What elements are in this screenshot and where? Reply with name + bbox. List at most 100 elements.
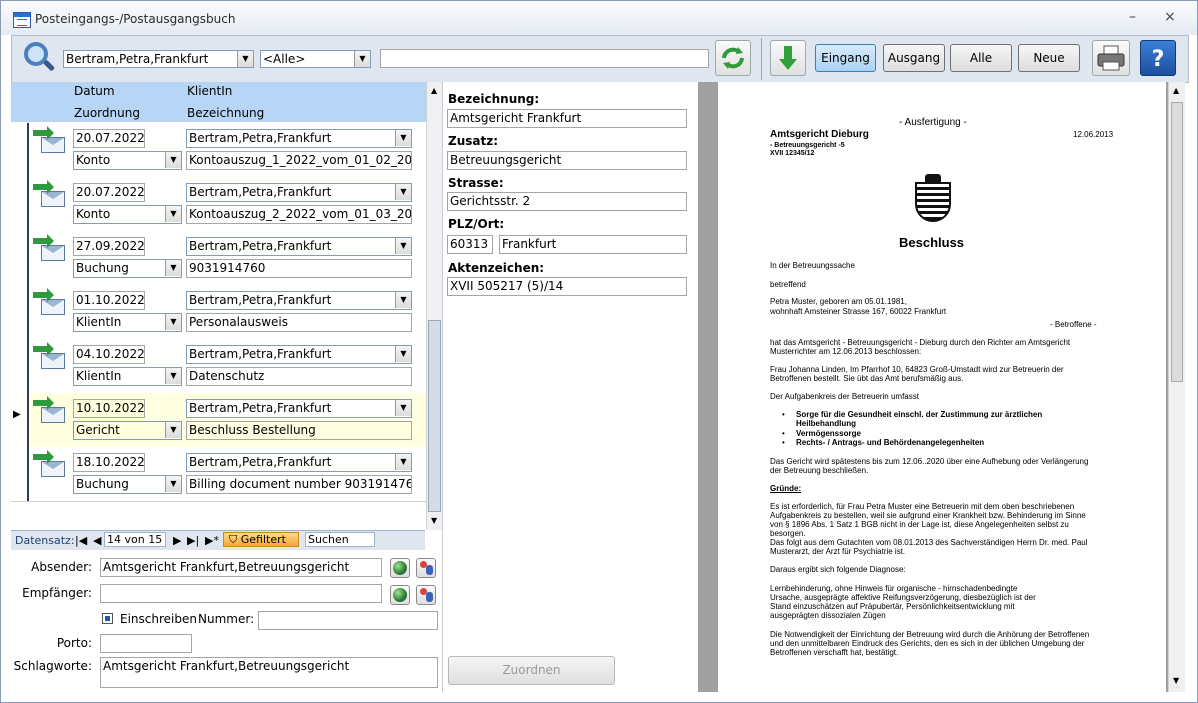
filter-toggle[interactable]: ⛉ Gefiltert — [223, 532, 299, 547]
row-client-combo[interactable]: Bertram,Petra,Frankfurt ▼ — [186, 453, 412, 472]
chevron-down-icon[interactable]: ▼ — [395, 184, 411, 200]
incoming-mail-icon[interactable] — [33, 180, 65, 209]
row-selector[interactable] — [11, 339, 29, 393]
chevron-down-icon[interactable]: ▼ — [354, 51, 370, 67]
scroll-thumb[interactable] — [1171, 102, 1183, 382]
chevron-down-icon[interactable]: ▼ — [165, 260, 181, 276]
empfaenger-field[interactable] — [100, 584, 382, 603]
row-type-combo[interactable]: Konto ▼ — [73, 205, 182, 224]
eingang-button[interactable]: Eingang — [815, 44, 876, 72]
bezeichnung-field[interactable]: Amtsgericht Frankfurt — [447, 109, 687, 128]
row-selector[interactable] — [11, 123, 29, 177]
row-type-combo[interactable]: KlientIn ▼ — [73, 367, 182, 386]
prev-record-icon[interactable]: ◀ — [93, 534, 101, 547]
row-date[interactable]: 18.10.2022 — [73, 453, 145, 472]
incoming-mail-icon[interactable] — [33, 234, 65, 263]
chevron-down-icon[interactable]: ▼ — [237, 51, 253, 67]
incoming-mail-icon[interactable] — [33, 396, 65, 425]
scroll-thumb[interactable] — [428, 320, 441, 512]
ort-field[interactable]: Frankfurt — [499, 235, 687, 254]
row-description[interactable]: Kontoauszug_2_2022_vom_01_03_2022 — [186, 205, 412, 224]
row-date[interactable]: 10.10.2022 — [73, 399, 145, 418]
globe-icon[interactable] — [390, 558, 410, 578]
first-record-icon[interactable]: |◀ — [75, 534, 87, 547]
row-selector[interactable] — [11, 285, 29, 339]
row-description[interactable]: Beschluss Bestellung — [186, 421, 412, 440]
table-row[interactable]: ▶ 10.10.2022 Bertram,Petra,Frankfurt ▼ Geric… — [11, 393, 426, 448]
einschreiben-checkbox[interactable] — [102, 613, 113, 624]
table-row[interactable]: 18.10.2022 Bertram,Petra,Frankfurt ▼ Buchun… — [11, 447, 426, 502]
scroll-up-icon[interactable]: ▲ — [1173, 86, 1179, 95]
chevron-down-icon[interactable]: ▼ — [395, 454, 411, 470]
next-record-icon[interactable]: ▶ — [173, 534, 181, 547]
row-date[interactable]: 01.10.2022 — [73, 291, 145, 310]
row-type-combo[interactable]: Gericht ▼ — [73, 421, 182, 440]
print-button[interactable] — [1092, 40, 1130, 76]
filter-combo[interactable]: <Alle> ▼ — [260, 50, 371, 68]
close-button[interactable]: × — [1164, 9, 1176, 25]
last-record-icon[interactable]: ▶| — [187, 534, 199, 547]
table-row[interactable]: 04.10.2022 Bertram,Petra,Frankfurt ▼ Klient… — [11, 339, 426, 394]
chevron-down-icon[interactable]: ▼ — [165, 422, 181, 438]
refresh-button[interactable] — [715, 40, 751, 76]
row-client-combo[interactable]: Bertram,Petra,Frankfurt ▼ — [186, 291, 412, 310]
row-date[interactable]: 27.09.2022 — [73, 237, 145, 256]
table-row[interactable]: 20.07.2022 Bertram,Petra,Frankfurt ▼ Konto ▼… — [11, 177, 426, 232]
alle-button[interactable]: Alle — [950, 44, 1012, 72]
zuordnen-button[interactable]: Zuordnen — [448, 656, 615, 685]
row-type-combo[interactable]: Buchung ▼ — [73, 259, 182, 278]
chevron-down-icon[interactable]: ▼ — [165, 476, 181, 492]
row-selector[interactable]: ▶ — [11, 393, 29, 447]
client-combo[interactable]: Bertram,Petra,Frankfurt ▼ — [63, 50, 254, 68]
aktenzeichen-field[interactable]: XVII 505217 (5)/14 — [447, 277, 687, 296]
row-description[interactable]: Datenschutz — [186, 367, 412, 386]
row-description[interactable]: Personalausweis — [186, 313, 412, 332]
row-selector[interactable] — [11, 231, 29, 285]
row-client-combo[interactable]: Bertram,Petra,Frankfurt ▼ — [186, 183, 412, 202]
row-description[interactable]: Billing document number 9031914760 (2 — [186, 475, 412, 494]
absender-field[interactable]: Amtsgericht Frankfurt,Betreuungsgericht — [100, 558, 382, 577]
row-type-combo[interactable]: Buchung ▼ — [73, 475, 182, 494]
incoming-mail-icon[interactable] — [33, 450, 65, 479]
row-description[interactable]: 9031914760 — [186, 259, 412, 278]
chevron-down-icon[interactable]: ▼ — [395, 130, 411, 146]
scroll-down-icon[interactable]: ▼ — [431, 516, 437, 525]
strasse-field[interactable]: Gerichtsstr. 2 — [447, 192, 687, 211]
incoming-mail-icon[interactable] — [33, 342, 65, 371]
row-date[interactable]: 20.07.2022 — [73, 129, 145, 148]
row-type-combo[interactable]: KlientIn ▼ — [73, 313, 182, 332]
porto-field[interactable] — [100, 634, 192, 653]
document-scrollbar[interactable]: ▲ ▼ — [1168, 82, 1185, 692]
neue-button[interactable]: Neue — [1018, 44, 1080, 72]
contacts-icon[interactable] — [416, 585, 436, 605]
help-button[interactable]: ? — [1140, 40, 1176, 76]
search-icon[interactable] — [24, 42, 50, 68]
row-client-combo[interactable]: Bertram,Petra,Frankfurt ▼ — [186, 237, 412, 256]
new-record-icon[interactable]: ▶* — [205, 534, 219, 547]
row-type-combo[interactable]: Konto ▼ — [73, 151, 182, 170]
nummer-field[interactable] — [258, 611, 438, 630]
zusatz-field[interactable]: Betreuungsgericht — [447, 151, 687, 170]
row-date[interactable]: 04.10.2022 — [73, 345, 145, 364]
chevron-down-icon[interactable]: ▼ — [165, 152, 181, 168]
minimize-button[interactable]: – — [1129, 9, 1136, 25]
list-scrollbar[interactable]: ▲ ▼ — [426, 82, 443, 530]
chevron-down-icon[interactable]: ▼ — [395, 238, 411, 254]
table-row[interactable]: 20.07.2022 Bertram,Petra,Frankfurt ▼ Konto ▼… — [11, 123, 426, 178]
incoming-mail-icon[interactable] — [33, 288, 65, 317]
chevron-down-icon[interactable]: ▼ — [165, 206, 181, 222]
row-selector[interactable] — [11, 447, 29, 501]
schlagworte-field[interactable]: Amtsgericht Frankfurt,Betreuungsgericht — [100, 657, 438, 688]
incoming-mail-icon[interactable] — [33, 126, 65, 155]
chevron-down-icon[interactable]: ▼ — [165, 368, 181, 384]
row-client-combo[interactable]: Bertram,Petra,Frankfurt ▼ — [186, 345, 412, 364]
row-client-combo[interactable]: Bertram,Petra,Frankfurt ▼ — [186, 399, 412, 418]
row-selector[interactable] — [11, 177, 29, 231]
row-client-combo[interactable]: Bertram,Petra,Frankfurt ▼ — [186, 129, 412, 148]
row-description[interactable]: Kontoauszug_1_2022_vom_01_02_2022 — [186, 151, 412, 170]
contacts-icon[interactable] — [416, 558, 436, 578]
table-row[interactable]: 27.09.2022 Bertram,Petra,Frankfurt ▼ Buchun… — [11, 231, 426, 286]
search-input[interactable] — [380, 49, 709, 68]
globe-icon[interactable] — [390, 585, 410, 605]
download-button[interactable] — [770, 40, 806, 76]
